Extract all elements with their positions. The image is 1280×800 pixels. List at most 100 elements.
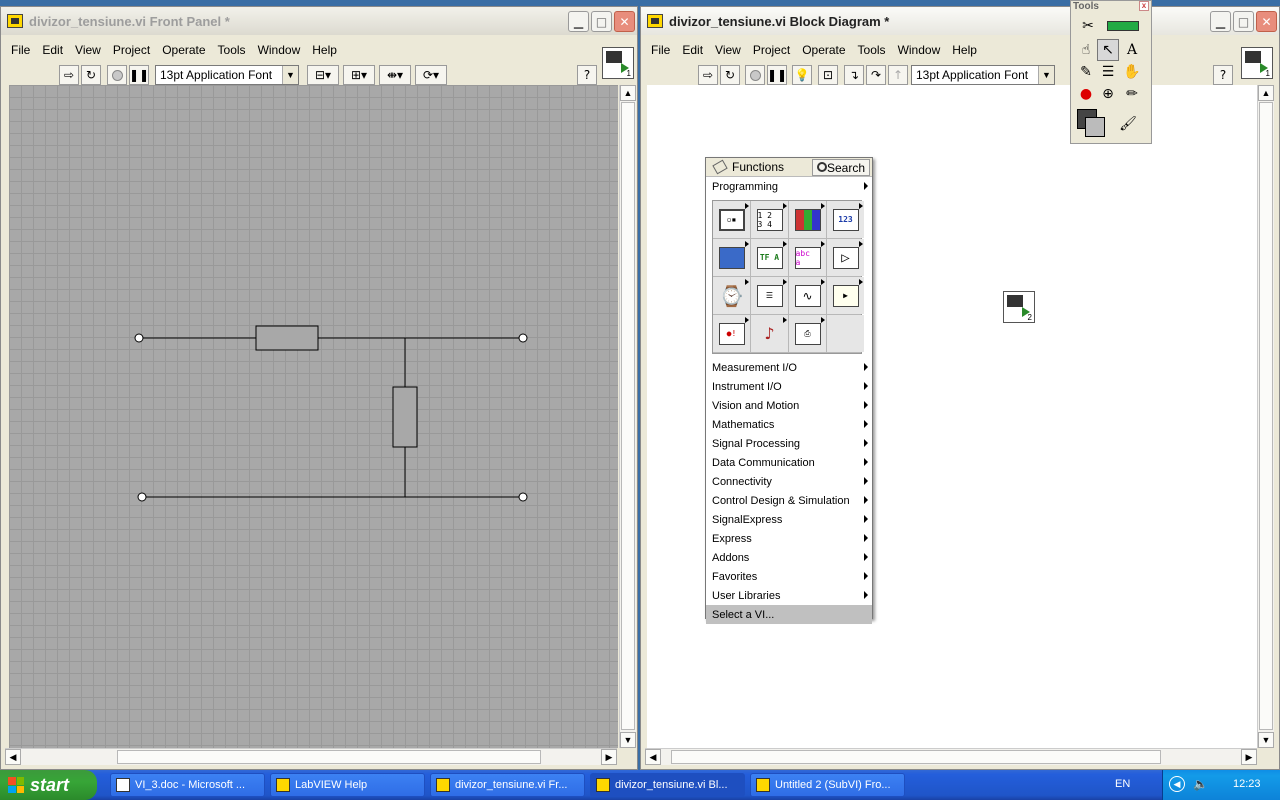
menu-tools[interactable]: Tools [852,43,892,57]
comparison-icon[interactable]: ▷ [827,239,864,276]
select-vi-item[interactable]: Select a VI... [706,605,872,624]
context-help-icon[interactable]: ? [1213,65,1233,85]
font-select[interactable]: 13pt Application Font ▼ [911,65,1055,85]
subvi-node[interactable]: 2 [1003,291,1035,323]
front-panel-titlebar[interactable]: divizor_tensiune.vi Front Panel * ▁ □ ✕ [1,7,637,35]
task-word-doc[interactable]: VI_3.doc - Microsoft ... [110,773,265,797]
cluster-icon[interactable] [789,201,826,238]
resize-objects-icon[interactable]: ⇼▾ [379,65,411,85]
automatic-tool-selection-icon[interactable]: ✂ [1077,15,1099,37]
get-color-icon[interactable]: ✏ [1121,83,1143,105]
pause-icon[interactable]: ❚❚ [767,65,787,85]
tray-expand-icon[interactable]: ◀ [1169,776,1185,792]
scroll-left-button[interactable]: ◀ [645,749,661,765]
structures-icon[interactable]: ▫▪ [713,201,750,238]
category-item[interactable]: SignalExpress [706,510,872,529]
synchronization-icon[interactable]: ●! [713,315,750,352]
operate-value-icon[interactable]: ☝ [1075,39,1097,61]
menu-operate[interactable]: Operate [156,43,211,57]
category-item[interactable]: Control Design & Simulation [706,491,872,510]
report-generation-icon[interactable]: ⎙ [789,315,826,352]
menu-view[interactable]: View [709,43,747,57]
task-subvi[interactable]: Untitled 2 (SubVI) Fro... [750,773,905,797]
category-item[interactable]: Signal Processing [706,434,872,453]
boolean-icon[interactable]: TF A [751,239,788,276]
menu-file[interactable]: File [645,43,676,57]
menu-window[interactable]: Window [252,43,307,57]
string-icon[interactable]: abc a [789,239,826,276]
highlight-execution-icon[interactable]: 💡 [792,65,812,85]
category-item[interactable]: Mathematics [706,415,872,434]
category-item[interactable]: Express [706,529,872,548]
run-icon[interactable]: ⇨ [59,65,79,85]
menu-tools[interactable]: Tools [212,43,252,57]
scroll-thumb[interactable] [117,750,541,764]
task-labview-help[interactable]: LabVIEW Help [270,773,425,797]
menu-edit[interactable]: Edit [36,43,69,57]
numeric-icon[interactable]: 123 [827,201,864,238]
abort-icon[interactable] [745,65,765,85]
clock[interactable]: 12:23 [1233,778,1261,790]
scroll-up-button[interactable]: ▲ [1258,85,1274,101]
set-color-icon[interactable]: 🖌 [1117,113,1139,135]
context-help-icon[interactable]: ? [577,65,597,85]
run-icon[interactable]: ⇨ [698,65,718,85]
dialog-ui-icon[interactable]: ☰ [751,277,788,314]
close-icon[interactable]: x [1139,1,1149,11]
menu-project[interactable]: Project [107,43,156,57]
horizontal-scrollbar[interactable]: ◀ ▶ [5,748,617,765]
horizontal-scrollbar[interactable]: ◀ ▶ [645,748,1257,765]
scroll-left-button[interactable]: ◀ [5,749,21,765]
block-diagram-titlebar[interactable]: divizor_tensiune.vi Block Diagram * ▁ □ … [641,7,1279,35]
retain-wire-values-icon[interactable]: ⊡ [818,65,838,85]
language-indicator[interactable]: EN [1115,778,1130,790]
task-front-panel[interactable]: divizor_tensiune.vi Fr... [430,773,585,797]
step-out-icon[interactable]: ↑ [888,65,908,85]
minimize-button[interactable]: ▁ [568,11,589,32]
menu-file[interactable]: File [5,43,36,57]
pause-icon[interactable]: ❚❚ [129,65,149,85]
close-button[interactable]: ✕ [1256,11,1277,32]
scroll-right-button[interactable]: ▶ [1241,749,1257,765]
category-item[interactable]: Connectivity [706,472,872,491]
application-control-icon[interactable]: ▶ [827,277,864,314]
object-shortcut-menu-icon[interactable]: ☰ [1097,61,1119,83]
breakpoint-icon[interactable]: ● [1075,83,1097,105]
scroll-right-button[interactable]: ▶ [601,749,617,765]
graphics-sound-icon[interactable]: ♪ [751,315,788,352]
scroll-thumb[interactable] [671,750,1161,764]
scroll-up-button[interactable]: ▲ [620,85,636,101]
maximize-button[interactable]: □ [1233,11,1254,32]
category-item[interactable]: Addons [706,548,872,567]
category-item[interactable]: Instrument I/O [706,377,872,396]
category-programming[interactable]: Programming [706,177,872,196]
scroll-down-button[interactable]: ▼ [1258,732,1274,748]
menu-help[interactable]: Help [306,43,343,57]
scroll-window-icon[interactable]: ✋ [1121,61,1143,83]
probe-icon[interactable]: ⊕ [1097,83,1119,105]
menu-edit[interactable]: Edit [676,43,709,57]
front-panel-canvas[interactable] [9,85,618,748]
vertical-scrollbar[interactable]: ▲ ▼ [619,85,636,748]
run-continuously-icon[interactable]: ↻ [720,65,740,85]
timing-icon[interactable]: ⌚ [713,277,750,314]
font-select[interactable]: 13pt Application Font ▼ [155,65,299,85]
menu-window[interactable]: Window [892,43,947,57]
category-item[interactable]: Measurement I/O [706,358,872,377]
menu-operate[interactable]: Operate [796,43,851,57]
distribute-objects-icon[interactable]: ⊞▾ [343,65,375,85]
menu-project[interactable]: Project [747,43,796,57]
file-io-icon[interactable] [713,239,750,276]
step-into-icon[interactable]: ↴ [844,65,864,85]
array-icon[interactable]: 1 2 3 4 [751,201,788,238]
scroll-thumb[interactable] [621,102,635,730]
connect-wire-icon[interactable]: ✎ [1075,61,1097,83]
align-objects-icon[interactable]: ⊟▾ [307,65,339,85]
scroll-down-button[interactable]: ▼ [620,732,636,748]
color-swatch-icon[interactable] [1077,109,1107,139]
category-item[interactable]: Data Communication [706,453,872,472]
menu-help[interactable]: Help [946,43,983,57]
waveform-icon[interactable]: ∿ [789,277,826,314]
category-item[interactable]: Vision and Motion [706,396,872,415]
category-item[interactable]: User Libraries [706,586,872,605]
